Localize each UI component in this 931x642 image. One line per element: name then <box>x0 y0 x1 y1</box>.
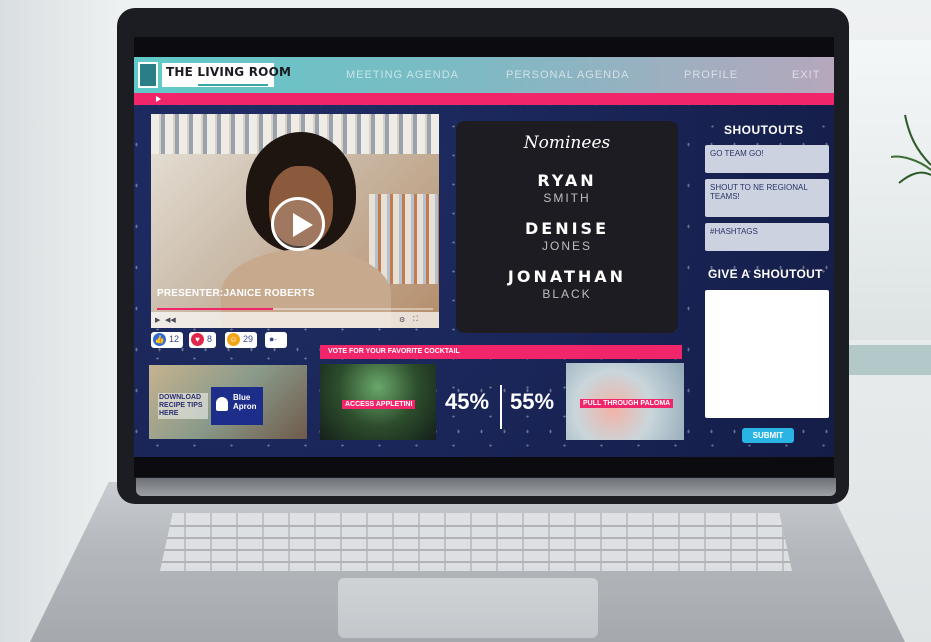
nominee-last-name: JONES <box>541 239 592 253</box>
video-controls: ▶ ◀◀ ⚙ ⛶ <box>151 312 439 328</box>
reaction-more[interactable]: ●· <box>265 332 287 348</box>
announcement-bar <box>134 93 834 105</box>
logo[interactable]: THE LIVING ROOM <box>162 63 292 87</box>
laptop-trackpad <box>338 578 598 638</box>
settings-icon[interactable]: ⚙ <box>399 316 405 324</box>
shoutout-input[interactable] <box>705 290 829 418</box>
vote-option-left[interactable]: ACCESS APPLETINI <box>320 364 436 440</box>
shoutout-text: SHOUT TO NE REGIONAL TEAMS! <box>710 183 808 201</box>
nominee-first-name: DENISE <box>524 219 609 238</box>
reaction-laugh[interactable]: ☺ 29 <box>225 332 258 348</box>
reaction-love[interactable]: ♥ 8 <box>189 332 217 348</box>
reaction-laugh-count: 29 <box>243 334 254 344</box>
video-progress-fill <box>157 308 273 310</box>
vote-banner: VOTE FOR YOUR FAVORITE COCKTAIL <box>320 345 682 359</box>
nominee-first-name: JONATHAN <box>507 267 627 286</box>
vote-option-left-label: ACCESS APPLETINI <box>342 400 416 409</box>
video-player[interactable]: PRESENTER:JANICE ROBERTS ▶ ◀◀ ⚙ ⛶ <box>151 114 439 328</box>
more-reactions-icon: ●· <box>269 334 278 344</box>
shoutout-card: GO TEAM GO! <box>705 145 829 173</box>
nominee-last-name: SMITH <box>543 191 591 205</box>
heart-icon: ♥ <box>191 333 204 346</box>
reaction-like-count: 12 <box>169 334 180 344</box>
vote-option-right[interactable]: PULL THROUGH PALOMA <box>566 363 684 440</box>
play-mini-icon[interactable] <box>156 96 161 102</box>
submit-button[interactable]: SUBMIT <box>742 428 794 443</box>
logo-title: THE LIVING ROOM <box>166 65 292 79</box>
plant-icon <box>891 114 931 184</box>
laptop-hinge <box>136 478 836 496</box>
laptop-keyboard <box>160 513 792 571</box>
shoutout-card: #HASHTAGS <box>705 223 829 251</box>
skip-icon[interactable]: ◀◀ <box>165 316 176 324</box>
thumbs-up-icon: 👍 <box>153 333 166 346</box>
nominee-first-name: RYAN <box>537 171 597 190</box>
shoutouts-title: SHOUTOUTS <box>724 123 804 137</box>
vote-banner-text: VOTE FOR YOUR FAVORITE COCKTAIL <box>328 348 460 355</box>
logo-icon <box>138 62 158 88</box>
nav-personal-agenda[interactable]: PERSONAL AGENDA <box>506 69 629 81</box>
ad-brand-name: Blue Apron <box>233 393 257 411</box>
nominees-title: Nominees <box>523 133 611 153</box>
nav-exit[interactable]: EXIT <box>792 69 820 81</box>
laptop-screen: THE LIVING ROOM MEETING AGENDA PERSONAL … <box>134 37 834 477</box>
shoutout-text: #HASHTAGS <box>710 227 758 236</box>
ad-brand-badge: Blue Apron <box>211 387 263 425</box>
reaction-like[interactable]: 👍 12 <box>151 332 184 348</box>
nominee-last-name: BLACK <box>542 287 592 301</box>
video-progress-bar[interactable] <box>157 308 433 310</box>
fullscreen-icon[interactable]: ⛶ <box>413 316 418 324</box>
ad-text: DOWNLOAD RECIPE TIPS HERE <box>158 393 208 419</box>
nominees-panel: Nominees RYAN SMITH DENISE JONES JONATHA… <box>456 121 678 333</box>
nav-profile[interactable]: PROFILE <box>684 69 738 81</box>
reaction-love-count: 8 <box>207 334 213 344</box>
vote-right-percentage: 55% <box>510 389 555 414</box>
nav-meeting-agenda[interactable]: MEETING AGENDA <box>346 69 459 81</box>
sponsor-ad[interactable]: DOWNLOAD RECIPE TIPS HERE Blue Apron <box>149 365 307 439</box>
vote-option-right-label: PULL THROUGH PALOMA <box>580 399 674 408</box>
apron-icon <box>216 397 228 411</box>
play-control-icon[interactable]: ▶ <box>155 316 160 324</box>
play-icon <box>293 213 313 237</box>
laugh-icon: ☺ <box>227 333 240 346</box>
logo-underline <box>198 84 268 86</box>
virtual-event-app: THE LIVING ROOM MEETING AGENDA PERSONAL … <box>134 57 834 457</box>
play-button[interactable] <box>271 197 325 251</box>
top-navigation-bar: THE LIVING ROOM MEETING AGENDA PERSONAL … <box>134 57 834 93</box>
vote-divider <box>500 385 502 429</box>
give-shoutout-title: GIVE A SHOUTOUT <box>708 267 823 281</box>
shoutout-text: GO TEAM GO! <box>710 149 764 158</box>
presenter-label: PRESENTER:JANICE ROBERTS <box>157 288 315 299</box>
vote-left-percentage: 45% <box>445 389 490 414</box>
shoutout-card: SHOUT TO NE REGIONAL TEAMS! <box>705 179 829 217</box>
